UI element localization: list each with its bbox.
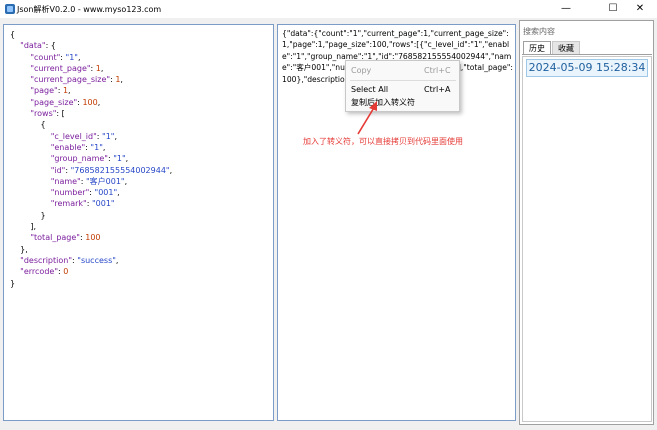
formatted-json-panel[interactable]: { "data": { "count": "1", "current_page"… xyxy=(3,24,274,421)
history-item[interactable]: 2024-05-09 15:28:34 xyxy=(526,59,648,77)
json-line: "current_page_size": 1, xyxy=(30,75,123,85)
json-line: "group_name": "1", xyxy=(50,154,129,164)
json-line: "enable": "1", xyxy=(50,142,106,152)
json-line: "number": "001", xyxy=(50,188,120,198)
json-line: { xyxy=(10,120,46,130)
json-line: ], xyxy=(10,222,37,232)
json-line: "errcode": 0 xyxy=(20,267,69,277)
menu-item-copy[interactable]: Copy Ctrl+C xyxy=(346,64,459,78)
json-line: "total_page": 100 xyxy=(30,233,101,243)
window-title: Json解析V0.2.0 - www.myso123.com xyxy=(17,5,162,14)
json-line: "id": "768582155554002944", xyxy=(50,165,173,175)
json-line: "page": 1, xyxy=(30,86,71,96)
menu-item-copy-label: Copy xyxy=(351,66,372,75)
menu-item-copy-shortcut: Ctrl+C xyxy=(424,66,451,75)
close-button[interactable]: ✕ xyxy=(622,0,657,18)
history-sidebar: 历史 收藏 2024-05-09 15:28:34 xyxy=(519,20,655,425)
formatted-json-view[interactable]: { "data": { "count": "1", "current_page"… xyxy=(10,29,172,289)
json-line: { xyxy=(10,30,16,39)
json-line: "name": "客户001", xyxy=(50,176,128,186)
menu-separator xyxy=(350,80,456,81)
menu-item-select-all-label: Select All xyxy=(351,85,389,94)
json-line: "description": "success", xyxy=(20,255,119,265)
json-line: "count": "1", xyxy=(30,52,81,62)
menu-item-select-all-shortcut: Ctrl+A xyxy=(424,85,451,94)
json-line: "data": { xyxy=(20,41,56,51)
tab-favorites[interactable]: 收藏 xyxy=(552,41,580,55)
json-line: } xyxy=(10,210,46,220)
tab-divider xyxy=(522,54,652,55)
minimize-button[interactable]: — xyxy=(548,0,584,18)
json-line: "c_level_id": "1", xyxy=(50,131,118,141)
annotation-arrow-icon xyxy=(357,101,377,135)
json-line: "current_page": 1, xyxy=(30,63,104,73)
json-line: } xyxy=(10,278,16,288)
app-icon xyxy=(5,4,15,14)
annotation-text: 加入了转义符，可以直接拷贝到代码里面使用 xyxy=(303,137,463,146)
tab-history[interactable]: 历史 xyxy=(523,41,551,55)
json-line: "rows": [ xyxy=(30,109,65,119)
json-line: "remark": "001" xyxy=(50,199,115,209)
search-input[interactable] xyxy=(521,23,655,39)
title-bar: Json解析V0.2.0 - www.myso123.com — ☐ ✕ xyxy=(0,0,657,18)
history-list: 2024-05-09 15:28:34 xyxy=(522,56,652,422)
json-line: }, xyxy=(10,244,28,254)
json-line: "page_size": 100, xyxy=(30,97,101,107)
